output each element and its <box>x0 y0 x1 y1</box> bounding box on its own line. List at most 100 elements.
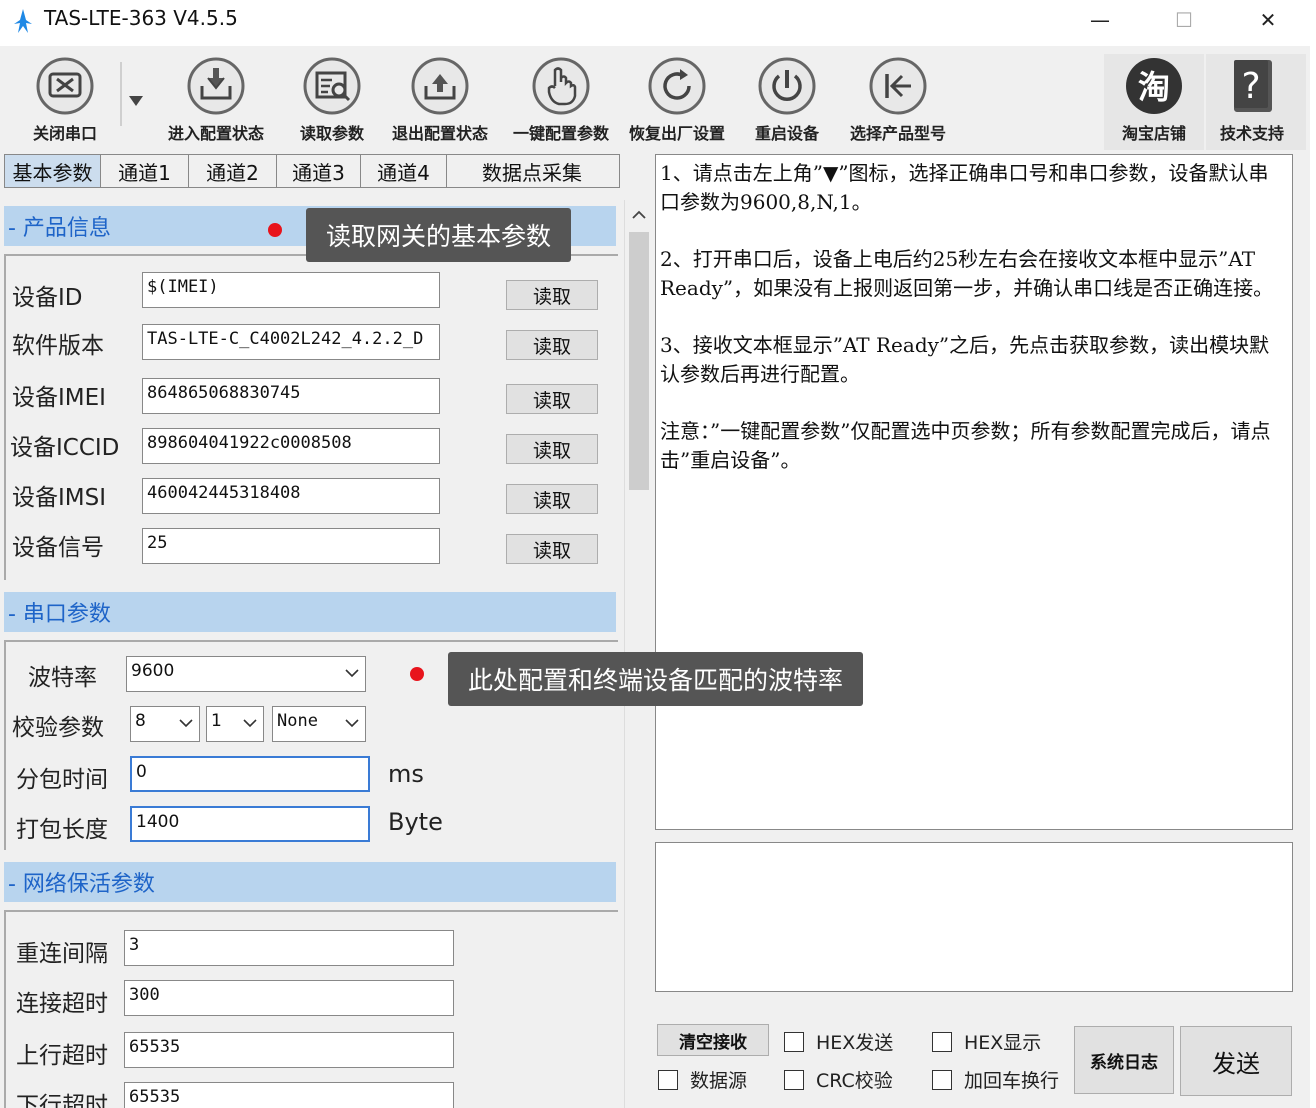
exit-config-icon <box>411 57 469 115</box>
checkbox-box[interactable] <box>784 1069 804 1090</box>
reconnect-interval-input[interactable]: 3 <box>124 930 454 966</box>
baud-rate-label: 波特率 <box>28 665 97 691</box>
hand-pointer-icon <box>532 57 590 115</box>
software-version-field[interactable]: TAS-LTE-C_C4002L242_4.2.2_D <box>142 324 440 360</box>
instruction-3: 3、接收文本框显示”AT Ready”之后，先点击获取参数，读出模块默认参数后再… <box>660 333 1270 386</box>
device-imei-field[interactable]: 864865068830745 <box>142 378 440 414</box>
packet-time-unit: ms <box>388 760 424 788</box>
data-bits-select[interactable]: 8 <box>130 706 200 742</box>
close-window-button[interactable]: ✕ <box>1238 0 1298 40</box>
downlink-timeout-input[interactable]: 65535 <box>124 1082 454 1108</box>
connect-timeout-input[interactable]: 300 <box>124 980 454 1016</box>
crc-check-checkbox[interactable]: CRC校验 <box>784 1066 893 1093</box>
keepalive-params-header[interactable]: - 网络保活参数 <box>4 862 616 902</box>
send-button[interactable]: 发送 <box>1180 1026 1292 1096</box>
uplink-timeout-input[interactable]: 65535 <box>124 1032 454 1068</box>
read-device-id-button[interactable]: 读取 <box>506 280 598 310</box>
restore-factory-button[interactable]: 恢复出厂设置 <box>622 56 732 144</box>
data-source-checkbox[interactable]: 数据源 <box>658 1066 747 1093</box>
chevron-down-icon <box>345 719 359 728</box>
downlink-timeout-label: 下行超时 <box>16 1093 108 1108</box>
callout-dot <box>268 223 282 237</box>
restart-device-button[interactable]: 重启设备 <box>744 56 830 144</box>
baud-rate-select[interactable]: 9600 <box>126 656 366 692</box>
read-software-version-button[interactable]: 读取 <box>506 330 598 360</box>
parity-select[interactable]: None <box>272 706 366 742</box>
hex-send-checkbox[interactable]: HEX发送 <box>784 1028 893 1055</box>
tab-basic-params[interactable]: 基本参数 <box>5 155 101 187</box>
receive-textbox[interactable]: 1、请点击左上角”▼”图标，选择正确串口号和串口参数，设备默认串口参数为9600… <box>655 154 1293 830</box>
packet-length-unit: Byte <box>388 808 443 836</box>
connect-timeout-label: 连接超时 <box>16 991 108 1017</box>
send-textbox[interactable] <box>655 842 1293 992</box>
chevron-up-icon[interactable] <box>632 210 646 220</box>
add-crlf-checkbox[interactable]: 加回车换行 <box>932 1066 1059 1093</box>
chevron-down-icon <box>243 719 257 728</box>
exit-config-button[interactable]: 退出配置状态 <box>384 56 496 144</box>
uplink-timeout-label: 上行超时 <box>16 1043 108 1069</box>
serial-params-header[interactable]: - 串口参数 <box>4 592 616 632</box>
software-version-label: 软件版本 <box>12 333 104 359</box>
system-log-button[interactable]: 系统日志 <box>1074 1026 1174 1094</box>
instruction-note: 注意：”一键配置参数”仅配置选中页参数；所有参数配置完成后，请点击”重启设备”。 <box>660 419 1271 472</box>
enter-config-icon <box>187 57 245 115</box>
window-title: TAS-LTE-363 V4.5.5 <box>44 6 238 30</box>
svg-text:淘: 淘 <box>1138 68 1170 106</box>
select-model-button[interactable]: 选择产品型号 <box>842 56 954 144</box>
chevron-down-icon <box>345 669 359 678</box>
packet-time-label: 分包时间 <box>16 767 108 793</box>
tab-channel-4[interactable]: 通道4 <box>361 155 447 187</box>
parity-params-label: 校验参数 <box>12 715 104 741</box>
svg-text:?: ? <box>1241 66 1260 107</box>
enter-config-button[interactable]: 进入配置状态 <box>158 56 274 144</box>
port-dropdown-button[interactable] <box>124 62 148 122</box>
close-port-button[interactable]: 关闭串口 <box>24 56 106 144</box>
checkbox-box[interactable] <box>932 1069 952 1090</box>
callout-dot <box>410 667 424 681</box>
callout-baud-match: 此处配置和终端设备匹配的波特率 <box>448 652 864 706</box>
clear-receive-button[interactable]: 清空接收 <box>657 1024 769 1056</box>
taobao-icon: 淘 <box>1126 58 1182 114</box>
device-iccid-field[interactable]: 898604041922c0008508 <box>142 428 440 464</box>
tab-bar: 基本参数 通道1 通道2 通道3 通道4 数据点采集 <box>4 154 620 188</box>
stop-bits-select[interactable]: 1 <box>206 706 264 742</box>
tech-support-button[interactable]: ? 技术支持 <box>1212 56 1292 144</box>
basic-params-panel: - 产品信息 设备ID $(IMEI) 读取 软件版本 TAS-LTE-C_C4… <box>4 194 620 1108</box>
read-imsi-button[interactable]: 读取 <box>506 484 598 514</box>
read-params-icon <box>303 57 361 115</box>
title-bar: TAS-LTE-363 V4.5.5 — ☐ ✕ <box>0 0 1316 46</box>
power-icon <box>758 57 816 115</box>
device-signal-field[interactable]: 25 <box>142 528 440 564</box>
toolbar-separator <box>120 62 122 126</box>
read-params-button[interactable]: 读取参数 <box>292 56 372 144</box>
checkbox-box[interactable] <box>784 1031 804 1052</box>
scrollbar-thumb[interactable] <box>629 232 649 490</box>
read-iccid-button[interactable]: 读取 <box>506 434 598 464</box>
hex-display-checkbox[interactable]: HEX显示 <box>932 1028 1041 1055</box>
packet-length-label: 打包长度 <box>16 817 108 843</box>
checkbox-box[interactable] <box>658 1069 678 1090</box>
device-imsi-field[interactable]: 460042445318408 <box>142 478 440 514</box>
tab-channel-3[interactable]: 通道3 <box>277 155 361 187</box>
reconnect-interval-label: 重连间隔 <box>16 941 108 967</box>
tab-channel-1[interactable]: 通道1 <box>101 155 189 187</box>
app-logo-icon <box>14 9 32 33</box>
read-signal-button[interactable]: 读取 <box>506 534 598 564</box>
read-imei-button[interactable]: 读取 <box>506 384 598 414</box>
taobao-store-button[interactable]: 淘 淘宝店铺 <box>1112 56 1196 144</box>
maximize-button[interactable]: ☐ <box>1154 0 1214 40</box>
checkbox-box[interactable] <box>932 1031 952 1052</box>
one-click-config-button[interactable]: 一键配置参数 <box>506 56 616 144</box>
packet-time-input[interactable]: 0 <box>130 756 370 792</box>
tab-channel-2[interactable]: 通道2 <box>189 155 277 187</box>
chevron-down-icon <box>179 719 193 728</box>
device-iccid-label: 设备ICCID <box>10 435 120 461</box>
device-id-field[interactable]: $(IMEI) <box>142 272 440 308</box>
tab-data-collection[interactable]: 数据点采集 <box>447 155 617 187</box>
help-icon: ? <box>1234 60 1272 112</box>
device-imsi-label: 设备IMSI <box>12 485 107 511</box>
packet-length-input[interactable]: 1400 <box>130 806 370 842</box>
minimize-button[interactable]: — <box>1070 0 1130 40</box>
instruction-1: 1、请点击左上角”▼”图标，选择正确串口号和串口参数，设备默认串口参数为9600… <box>660 161 1269 214</box>
device-signal-label: 设备信号 <box>12 535 104 561</box>
